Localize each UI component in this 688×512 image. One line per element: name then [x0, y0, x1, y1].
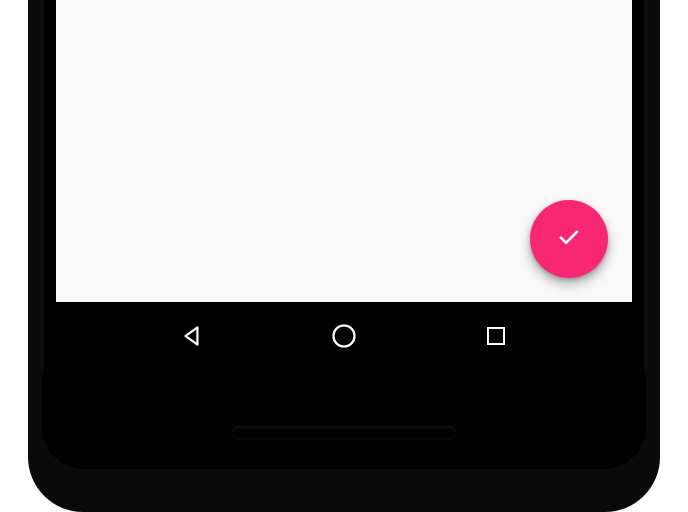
- home-button[interactable]: [328, 322, 360, 354]
- confirm-fab[interactable]: [530, 200, 608, 278]
- home-circle-icon: [330, 322, 358, 355]
- check-icon: [555, 223, 583, 256]
- phone-bottom-bezel: [28, 374, 660, 512]
- back-button[interactable]: [176, 322, 208, 354]
- phone-speaker: [232, 426, 457, 438]
- android-nav-bar: [56, 302, 632, 374]
- recent-square-icon: [484, 324, 508, 353]
- back-triangle-icon: [179, 323, 205, 354]
- app-content-area: [56, 0, 632, 302]
- recent-apps-button[interactable]: [480, 322, 512, 354]
